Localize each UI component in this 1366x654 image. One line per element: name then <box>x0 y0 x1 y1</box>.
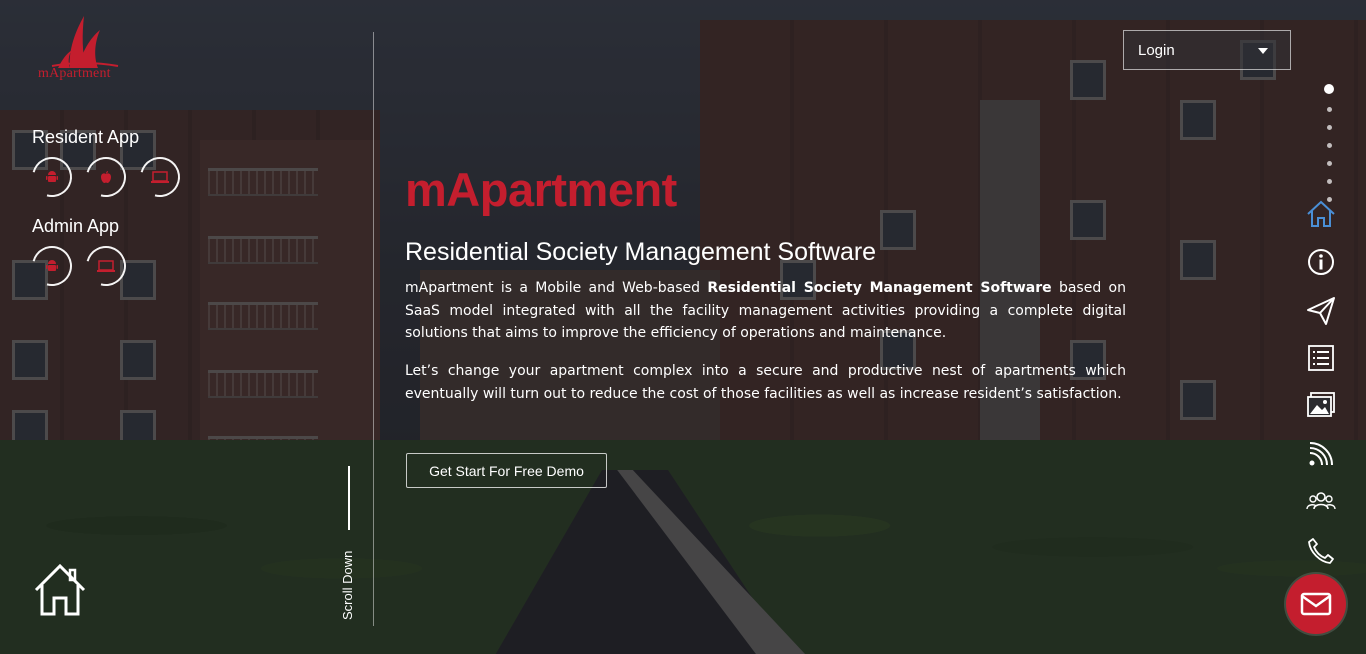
hero-subtitle: Residential Society Management Software <box>405 238 877 266</box>
resident-web-button[interactable] <box>132 149 188 205</box>
sail-logo-icon <box>51 16 119 68</box>
home-icon[interactable] <box>32 562 88 618</box>
free-demo-button[interactable]: Get Start For Free Demo <box>406 453 607 488</box>
section-dot[interactable] <box>1326 143 1332 148</box>
desktop-icon <box>97 260 115 272</box>
scroll-down-link[interactable]: Scroll Down <box>340 551 355 620</box>
admin-web-button[interactable] <box>78 238 134 294</box>
android-icon <box>46 171 58 182</box>
gallery-icon[interactable] <box>1306 390 1336 420</box>
mail-icon <box>1300 592 1332 616</box>
resident-android-button[interactable] <box>24 149 80 205</box>
admin-android-button[interactable] <box>24 238 80 294</box>
hero-description-2: Let’s change your apartment complex into… <box>405 363 1126 402</box>
description-text: mApartment is a Mobile and Web-based <box>405 280 708 296</box>
info-icon[interactable] <box>1306 247 1336 277</box>
rss-icon[interactable] <box>1306 439 1336 469</box>
resident-ios-button[interactable] <box>78 149 134 205</box>
brand-logo[interactable]: mApartment <box>36 16 132 84</box>
hero-title: mApartment <box>405 163 677 216</box>
login-label: Login <box>1138 41 1175 59</box>
resident-app-links <box>24 149 188 205</box>
logo-wordmark: mApartment <box>38 66 111 81</box>
section-dot[interactable] <box>1326 107 1332 112</box>
android-icon <box>46 260 58 271</box>
section-dot[interactable] <box>1326 179 1332 184</box>
apple-icon <box>101 171 111 183</box>
contact-mail-button[interactable] <box>1286 574 1346 634</box>
login-dropdown[interactable]: Login <box>1123 30 1291 70</box>
section-dot[interactable] <box>1326 161 1332 166</box>
list-icon[interactable] <box>1306 343 1336 373</box>
phone-icon[interactable] <box>1306 536 1336 566</box>
hero-description-1: mApartment is a Mobile and Web-based Res… <box>405 277 1126 345</box>
home-icon[interactable] <box>1306 199 1336 229</box>
description-highlight: Residential Society Management Software <box>707 280 1052 296</box>
section-dot[interactable] <box>1324 84 1334 94</box>
chevron-down-icon <box>1258 48 1268 54</box>
scroll-indicator-line <box>348 466 350 530</box>
resident-app-heading: Resident App <box>32 127 140 147</box>
section-dot[interactable] <box>1326 125 1332 130</box>
paper-plane-icon[interactable] <box>1306 296 1336 326</box>
desktop-icon <box>151 171 169 183</box>
section-dots <box>1324 84 1334 209</box>
vertical-divider <box>373 32 374 626</box>
users-icon[interactable] <box>1306 487 1336 517</box>
admin-app-links <box>24 238 134 294</box>
admin-app-heading: Admin App <box>32 216 120 236</box>
